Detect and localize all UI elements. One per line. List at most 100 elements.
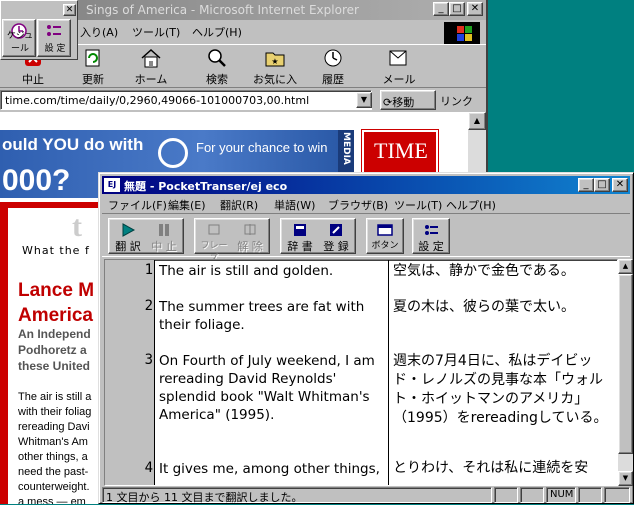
refresh-icon — [85, 49, 100, 67]
translated-sentence[interactable]: とりわけ、それは私に連続を安 — [393, 459, 617, 478]
menu-word[interactable]: 単語(W) — [274, 197, 315, 213]
phrase-icon — [208, 224, 220, 235]
ie-maximize-button[interactable]: □ — [449, 2, 465, 16]
scroll-up-arrow[interactable]: ▲ — [618, 259, 633, 274]
row-number: 4 — [144, 460, 153, 476]
settings-list-icon — [47, 25, 61, 36]
status-pane — [578, 487, 602, 503]
pt-title-bar: EJ 無題 - PocketTranser/ej eco _ □ ✕ — [102, 176, 630, 194]
register-button[interactable]: 登 録 — [321, 221, 351, 253]
history-icon — [324, 49, 342, 67]
source-sentence[interactable]: On Fourth of July weekend, I am rereadin… — [159, 352, 387, 424]
status-pane — [520, 487, 544, 503]
translated-sentence[interactable]: 空気は、静かで金色である。 — [393, 262, 617, 281]
site-logo-letter: t — [72, 210, 82, 243]
column-divider[interactable] — [388, 260, 389, 485]
row-number: 2 — [144, 298, 153, 314]
ie-minimize-button[interactable]: _ — [433, 2, 449, 16]
menu-tools[interactable]: ツール(T) — [394, 197, 442, 213]
row-number: 3 — [144, 352, 153, 368]
time-logo[interactable]: TIME — [361, 129, 439, 177]
pt-toolbar: 翻 訳 中 止 フレーズ 解 除 辞 書 登 録 — [102, 213, 630, 264]
mail-button[interactable]: メール — [372, 47, 426, 87]
history-button[interactable]: 履歴 — [306, 47, 360, 87]
translation-grid[interactable]: 1 The air is still and golden. 空気は、静かで金色… — [104, 259, 618, 486]
home-icon — [141, 48, 161, 68]
pt-minimize-button[interactable]: _ — [578, 178, 594, 192]
pt-vertical-scrollbar[interactable]: ▲ ▼ — [618, 259, 633, 486]
address-dropdown-arrow[interactable]: ▼ — [356, 92, 372, 108]
release-icon — [244, 224, 256, 235]
app-icon[interactable]: EJ — [104, 178, 120, 192]
search-icon — [208, 49, 226, 67]
search-button[interactable]: 検索 — [190, 47, 244, 87]
stop-translate-button[interactable]: 中 止 — [149, 221, 179, 253]
settings-button[interactable]: 設 定 — [412, 218, 450, 254]
go-arrow-icon: ⟳ — [383, 96, 393, 109]
book-icon — [294, 224, 306, 236]
release-button[interactable]: 解 除 — [235, 221, 265, 253]
settings-list-icon — [425, 225, 438, 235]
mini-settings-button[interactable]: 設 定 — [37, 19, 71, 57]
ie-title-text: Sings of America - Microsoft Internet Ex… — [86, 3, 359, 17]
status-message: 1 文目から 11 文目まで翻訳しました。 — [102, 487, 492, 504]
home-button[interactable]: ホーム — [124, 47, 178, 87]
ie-menu-tools[interactable]: ツール(T) — [132, 24, 180, 40]
window-icon — [377, 224, 393, 236]
num-lock-indicator: NUM — [546, 487, 576, 503]
status-pane — [604, 487, 630, 503]
svg-text:★: ★ — [271, 57, 278, 66]
phrase-button[interactable]: フレーズ — [199, 221, 229, 264]
button-config-inner: ボタン — [370, 221, 400, 253]
pause-icon — [159, 224, 169, 236]
arrow-circle-icon — [158, 138, 188, 168]
button-config-button[interactable]: ボタン — [366, 218, 404, 254]
dictionary-button[interactable]: 辞 書 — [285, 221, 315, 253]
menu-edit[interactable]: 編集(E) — [168, 197, 206, 213]
pt-close-button[interactable]: ✕ — [612, 178, 628, 192]
translated-sentence[interactable]: 夏の木は、彼らの葉で太い。 — [393, 298, 617, 317]
scroll-thumb[interactable] — [618, 274, 633, 454]
mini-toolbar-close-button[interactable]: ✕ — [63, 4, 76, 16]
play-icon — [122, 223, 136, 237]
links-label[interactable]: リンク — [440, 93, 473, 109]
dictionary-group: 辞 書 登 録 — [280, 218, 356, 254]
scroll-down-arrow[interactable]: ▼ — [618, 471, 633, 486]
red-sidebar — [0, 202, 8, 504]
scroll-up-arrow[interactable]: ▲ — [468, 112, 486, 130]
status-bar: 1 文目から 11 文目まで翻訳しました。 NUM — [102, 487, 632, 504]
pt-title-text: 無題 - PocketTranser/ej eco — [124, 180, 288, 193]
ie-menu-help[interactable]: ヘルプ(H) — [192, 24, 242, 40]
menu-file[interactable]: ファイル(F) — [108, 197, 167, 213]
source-sentence[interactable]: The air is still and golden. — [159, 262, 387, 280]
phrase-group: フレーズ 解 除 — [194, 218, 270, 264]
mail-icon — [389, 50, 407, 66]
row-number-column — [105, 260, 155, 485]
source-sentence[interactable]: The summer trees are fat with their foli… — [159, 298, 387, 334]
windows-logo-icon — [444, 22, 480, 44]
row-number: 1 — [144, 262, 153, 278]
translated-sentence[interactable]: 週末の7月4日に、私はデイビッド・レノルズの見事な本「ウォルト・ホイットマンのア… — [393, 352, 617, 428]
source-sentence[interactable]: It gives me, among other things, — [159, 460, 387, 478]
menu-help[interactable]: ヘルプ(H) — [446, 197, 496, 213]
translate-button[interactable]: 翻 訳 — [113, 221, 143, 253]
register-pencil-icon — [330, 224, 342, 236]
ie-menu-favorites[interactable]: 入り(A) — [80, 24, 118, 40]
translate-stop-group: 翻 訳 中 止 — [108, 218, 184, 254]
favorites-folder-icon: ★ — [265, 52, 285, 67]
red-rule — [0, 202, 100, 208]
address-bar: time.com/time/daily/0,2960,49066-1010007… — [0, 89, 486, 111]
tagline: What the f — [22, 244, 90, 257]
mini-toolbar: ✕ ケジュール 設 定 — [0, 0, 78, 60]
settings-inner: 設 定 — [416, 221, 446, 253]
ie-close-button[interactable]: ✕ — [467, 2, 483, 16]
status-pane — [494, 487, 518, 503]
menu-browser[interactable]: ブラウザ(B) — [328, 197, 388, 213]
menu-translate[interactable]: 翻訳(R) — [220, 197, 258, 213]
pockettranser-window: EJ 無題 - PocketTranser/ej eco _ □ ✕ ファイル(… — [98, 172, 634, 504]
pt-menu-bar: ファイル(F) 編集(E) 翻訳(R) 単語(W) ブラウザ(B) ツール(T)… — [102, 194, 630, 213]
address-input[interactable]: time.com/time/daily/0,2960,49066-1010007… — [0, 90, 372, 110]
pt-maximize-button[interactable]: □ — [594, 178, 610, 192]
schedule-button[interactable]: ケジュール — [2, 19, 36, 57]
go-button[interactable]: ⟳移動 — [380, 90, 436, 110]
